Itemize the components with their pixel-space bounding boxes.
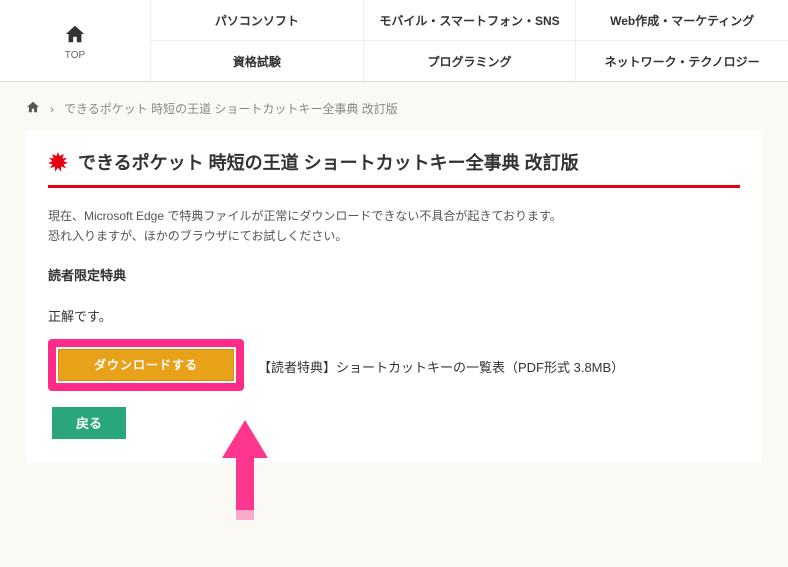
- content-card: できるポケット 時短の王道 ショートカットキー全事典 改訂版 現在、Micros…: [26, 131, 762, 463]
- download-area: ダウンロードする 【読者特典】ショートカットキーの一覧表（PDF形式 3.8MB…: [48, 339, 740, 391]
- nav-link-programming[interactable]: プログラミング: [363, 40, 576, 81]
- nav-link-network-tech[interactable]: ネットワーク・テクノロジー: [575, 40, 788, 81]
- breadcrumb-current: できるポケット 時短の王道 ショートカットキー全事典 改訂版: [64, 100, 398, 117]
- nav-link-qualification[interactable]: 資格試験: [150, 40, 363, 81]
- breadcrumb: › できるポケット 時短の王道 ショートカットキー全事典 改訂版: [0, 82, 788, 131]
- download-highlight: ダウンロードする: [48, 339, 244, 391]
- breadcrumb-separator: ›: [50, 102, 54, 116]
- nav-link-mobile-sns[interactable]: モバイル・スマートフォン・SNS: [363, 0, 576, 40]
- breadcrumb-home[interactable]: [26, 100, 40, 117]
- top-nav: TOP パソコンソフト 資格試験 モバイル・スマートフォン・SNS プログラミン…: [0, 0, 788, 82]
- burst-icon: [48, 152, 68, 172]
- notice-text: 現在、Microsoft Edge で特典ファイルが正常にダウンロードできない不…: [48, 206, 740, 247]
- title-row: できるポケット 時短の王道 ショートカットキー全事典 改訂版: [48, 149, 740, 188]
- nav-home-label: TOP: [65, 50, 85, 61]
- section-heading: 読者限定特典: [48, 265, 740, 284]
- nav-link-pc-soft[interactable]: パソコンソフト: [150, 0, 363, 40]
- nav-home[interactable]: TOP: [0, 0, 150, 81]
- home-icon: [64, 23, 86, 48]
- back-button[interactable]: 戻る: [52, 407, 126, 439]
- home-icon: [26, 103, 40, 117]
- download-button[interactable]: ダウンロードする: [56, 347, 236, 383]
- download-description: 【読者特典】ショートカットキーの一覧表（PDF形式 3.8MB）: [258, 357, 624, 376]
- notice-line: 恐れ入りますが、ほかのブラウザにてお試しください。: [48, 229, 347, 243]
- correct-text: 正解です。: [48, 306, 740, 325]
- notice-line: 現在、Microsoft Edge で特典ファイルが正常にダウンロードできない不…: [48, 209, 562, 223]
- nav-columns: パソコンソフト 資格試験 モバイル・スマートフォン・SNS プログラミング We…: [150, 0, 788, 81]
- nav-link-web-marketing[interactable]: Web作成・マーケティング: [575, 0, 788, 40]
- page-title: できるポケット 時短の王道 ショートカットキー全事典 改訂版: [78, 149, 579, 175]
